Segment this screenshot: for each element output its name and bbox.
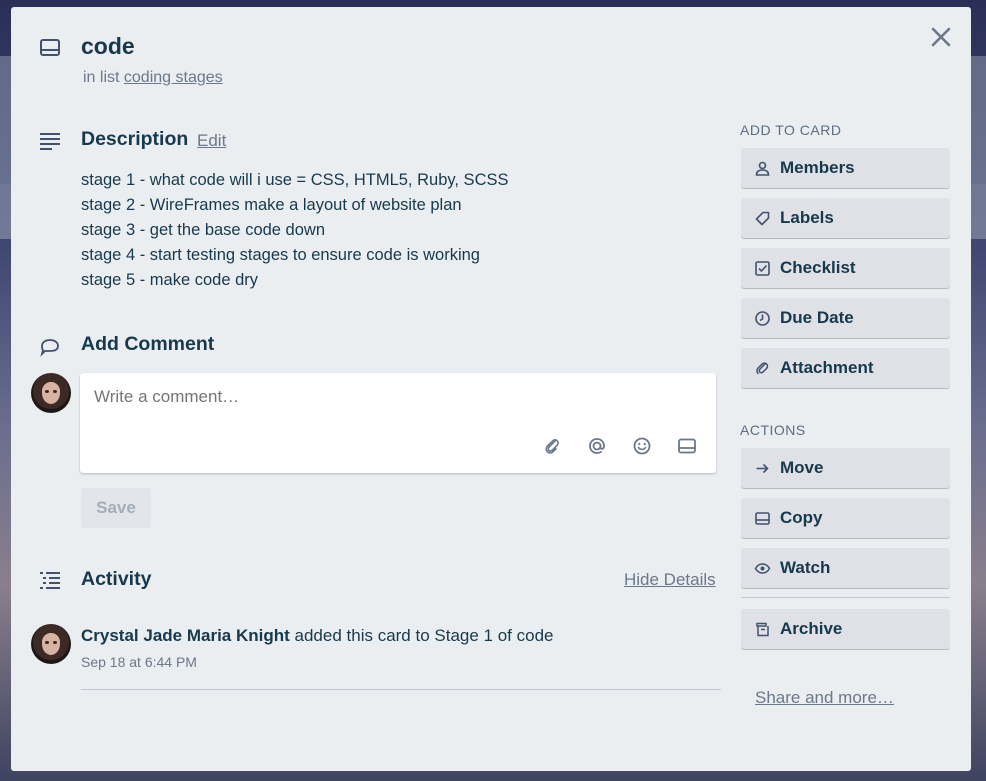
archive-label: Archive <box>780 619 843 638</box>
avatar[interactable] <box>31 624 71 664</box>
checkbox-icon <box>754 260 771 277</box>
members-label: Members <box>780 158 855 177</box>
avatar[interactable] <box>31 373 71 413</box>
mention-icon[interactable] <box>586 435 608 457</box>
hide-details-link[interactable]: Hide Details <box>624 570 716 590</box>
members-button[interactable]: Members <box>741 148 950 188</box>
description-icon <box>38 129 62 153</box>
add-comment-heading: Add Comment <box>81 333 215 355</box>
archive-button[interactable]: Archive <box>741 609 950 649</box>
paperclip-icon[interactable] <box>541 435 563 457</box>
card-title[interactable]: code <box>81 33 135 60</box>
card-list-info: in list coding stages <box>83 69 223 87</box>
add-to-card-title: ADD TO CARD <box>740 122 842 138</box>
activity-action-text: added this card to Stage 1 of code <box>294 626 554 645</box>
attachment-button[interactable]: Attachment <box>741 348 950 388</box>
list-name-link[interactable]: coding stages <box>124 69 223 86</box>
move-label: Move <box>780 458 824 477</box>
clock-icon <box>754 310 771 327</box>
close-icon[interactable] <box>927 23 955 51</box>
watch-label: Watch <box>780 558 831 577</box>
card-icon <box>38 36 62 60</box>
activity-heading: Activity <box>81 568 152 590</box>
description-heading: Description <box>81 128 189 150</box>
comment-input[interactable] <box>94 387 514 407</box>
due-date-button[interactable]: Due Date <box>741 298 950 338</box>
edit-description-link[interactable]: Edit <box>197 131 226 151</box>
labels-label: Labels <box>780 208 834 227</box>
description-line: stage 4 - start testing stages to ensure… <box>81 246 480 264</box>
attachment-label: Attachment <box>780 358 874 377</box>
comment-box[interactable] <box>80 373 716 473</box>
copy-label: Copy <box>780 508 823 527</box>
activity-icon <box>38 568 62 592</box>
activity-entry: Crystal Jade Maria Knight added this car… <box>81 626 553 646</box>
paperclip-icon <box>754 360 771 377</box>
person-icon <box>754 160 771 177</box>
emoji-icon[interactable] <box>631 435 653 457</box>
copy-button[interactable]: Copy <box>741 498 950 538</box>
description-line: stage 5 - make code dry <box>81 271 259 289</box>
eye-icon <box>754 560 771 577</box>
archive-icon <box>754 621 771 638</box>
arrow-right-icon <box>754 460 771 477</box>
divider <box>741 597 950 598</box>
save-button[interactable]: Save <box>81 488 151 528</box>
watch-button[interactable]: Watch <box>741 548 950 588</box>
checklist-button[interactable]: Checklist <box>741 248 950 288</box>
checklist-label: Checklist <box>780 258 856 277</box>
tag-icon <box>754 210 771 227</box>
activity-timestamp[interactable]: Sep 18 at 6:44 PM <box>81 654 197 670</box>
description-line: stage 3 - get the base code down <box>81 221 326 239</box>
in-list-prefix: in list <box>83 69 120 86</box>
description-text[interactable]: stage 1 - what code will i use = CSS, HT… <box>81 168 509 293</box>
description-line: stage 2 - WireFrames make a layout of we… <box>81 196 462 214</box>
divider <box>81 689 721 690</box>
labels-button[interactable]: Labels <box>741 198 950 238</box>
activity-user-link[interactable]: Crystal Jade Maria Knight <box>81 626 290 645</box>
card-detail-window: code in list coding stages Description E… <box>11 7 971 771</box>
comment-icon <box>38 335 62 359</box>
card-icon[interactable] <box>676 435 698 457</box>
actions-title: ACTIONS <box>740 422 806 438</box>
move-button[interactable]: Move <box>741 448 950 488</box>
share-and-more-link[interactable]: Share and more… <box>755 688 894 708</box>
card-icon <box>754 510 771 527</box>
due-date-label: Due Date <box>780 308 854 327</box>
description-line: stage 1 - what code will i use = CSS, HT… <box>81 171 509 189</box>
